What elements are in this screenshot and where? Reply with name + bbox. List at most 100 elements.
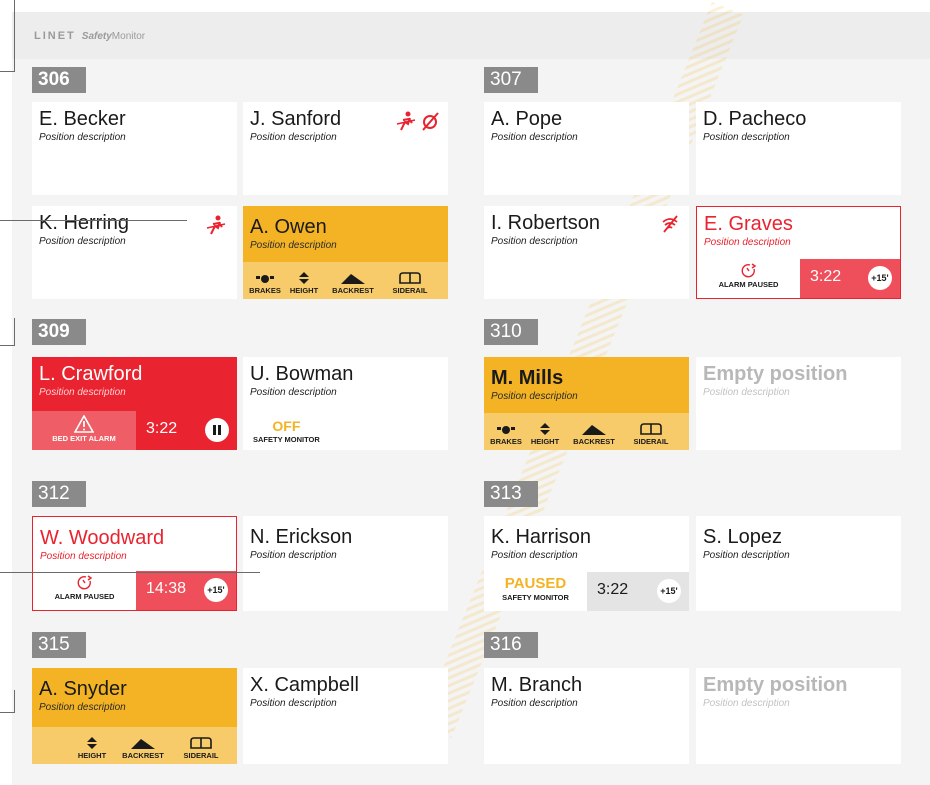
patient-name: L. Crawford [39,363,143,385]
position-description: Position description [703,550,790,561]
siderail-icon [399,272,421,284]
callout-line [0,712,14,713]
patient-name: K. Herring [39,212,130,234]
patient-name: N. Erickson [250,526,353,548]
patient-name: A. Owen [250,216,327,238]
patient-name: W. Woodward [40,527,165,549]
no-person-icon [396,111,416,131]
position-description: Position description [250,550,337,561]
callout-line [0,345,14,346]
app-header: LINET SafetyMonitor [12,12,930,59]
bed-card-owen[interactable]: A. Owen Position description BRAKES HEIG… [243,206,448,299]
room-tag-315: 315 [32,632,86,658]
bed-card-snyder[interactable]: A. Snyder Position description HEIGHT BA… [32,668,237,764]
bed-card-empty-316[interactable]: Empty position Position description [696,668,901,764]
bed-card-harrison[interactable]: K. Harrison Position description PAUSED … [484,516,689,611]
brakes-icon [256,275,274,283]
height-icon [299,272,309,284]
product-name: Monitor [111,31,146,42]
bed-card-empty-310[interactable]: Empty position Position description [696,357,901,450]
pause-button[interactable] [205,418,229,442]
alarm-paused-status: ALARM PAUSED [697,259,800,298]
brakes-indicator: BRAKES [487,425,525,446]
bed-card-graves[interactable]: E. Graves Position description ALARM PAU… [696,206,901,299]
siderail-icon [640,423,662,435]
bed-card-lopez[interactable]: S. Lopez Position description [696,516,901,611]
siderail-indicator: SIDERAIL [174,737,228,760]
safety-monitor-paused: PAUSED SAFETY MONITOR [502,575,569,602]
room-tag-316: 316 [484,632,538,658]
position-description: Position description [250,240,337,251]
bed-card-campbell[interactable]: X. Campbell Position description [243,668,448,764]
patient-name: E. Graves [704,213,793,235]
brakes-indicator: BRAKES [246,274,284,295]
siderail-icon [190,737,212,749]
callout-line [0,572,260,573]
position-description: Position description [40,551,127,562]
patient-name: E. Becker [39,108,126,130]
patient-name: U. Bowman [250,363,354,385]
position-description: Position description [704,237,791,248]
position-description: Position description [39,132,126,143]
room-tag-309: 309 [32,319,86,345]
patient-name: X. Campbell [250,674,359,696]
bed-card-woodward[interactable]: W. Woodward Position description ALARM P… [32,516,237,611]
backrest-indicator: BACKREST [324,272,382,295]
backrest-indicator: BACKREST [112,737,174,760]
bed-indicators: BRAKES HEIGHT BACKREST SIDERAIL [484,413,689,450]
patient-name: A. Pope [491,108,563,130]
patient-name: A. Snyder [39,678,127,700]
height-indicator: HEIGHT [72,737,112,760]
siderail-indicator: SIDERAIL [382,272,438,295]
bed-indicators: BRAKES HEIGHT BACKREST SIDERAIL [243,262,448,299]
room-tag-312: 312 [32,481,86,507]
extend-15-button[interactable]: +15' [868,266,892,290]
room-tag-313: 313 [484,481,538,507]
position-description: Position description [703,132,790,143]
bed-card-robertson[interactable]: I. Robertson Position description [484,206,689,299]
no-person-icon [206,215,226,235]
bed-card-mills[interactable]: M. Mills Position description BRAKES HEI… [484,357,689,450]
room-tag-306: 306 [32,67,86,93]
patient-name: S. Lopez [703,526,782,548]
pause-timer: 3:22 +15' [800,259,900,298]
position-description: Position description [491,550,578,561]
dashboard: LINET SafetyMonitor 306 307 309 310 312 3… [12,2,930,785]
extend-15-button[interactable]: +15' [657,579,681,603]
bed-card-crawford[interactable]: L. Crawford Position description BED EXI… [32,357,237,450]
bed-card-branch[interactable]: M. Branch Position description [484,668,689,764]
position-description: Position description [250,132,337,143]
height-icon [87,737,97,749]
alarm-paused-status: ALARM PAUSED [33,571,136,610]
patient-name: J. Sanford [250,108,342,130]
patient-name: K. Harrison [491,526,592,548]
bed-card-bowman[interactable]: U. Bowman Position description OFF SAFET… [243,357,448,450]
callout-line [14,0,15,72]
timer-icon [741,263,756,278]
bed-card-pope[interactable]: A. Pope Position description [484,102,689,195]
siderail-indicator: SIDERAIL [623,423,679,446]
callout-line [0,220,187,221]
bed-card-pacheco[interactable]: D. Pacheco Position description [696,102,901,195]
warning-icon [74,415,94,433]
position-description: Position description [250,698,337,709]
timer-value: 3:22 [810,268,842,285]
room-tag-310: 310 [484,319,538,345]
product-name-bold: Safety [81,31,112,42]
position-description: Position description [491,698,578,709]
callout-line [14,318,15,346]
bed-card-becker[interactable]: E. Becker Position description [32,102,237,195]
height-icon [540,423,550,435]
bed-card-erickson[interactable]: N. Erickson Position description [243,516,448,611]
bed-indicators: HEIGHT BACKREST SIDERAIL [32,727,237,764]
position-description: Position description [491,236,578,247]
no-signal-icon [422,112,439,131]
timer-value: 3:22 [597,581,629,598]
patient-name: D. Pacheco [703,108,807,130]
timer-value: 14:38 [146,580,187,597]
pause-timer: 3:22 +15' [587,572,689,611]
brand-name: LINET [34,30,76,42]
callout-line [14,690,15,713]
extend-15-button[interactable]: +15' [204,578,228,602]
bed-card-sanford[interactable]: J. Sanford Position description [243,102,448,195]
